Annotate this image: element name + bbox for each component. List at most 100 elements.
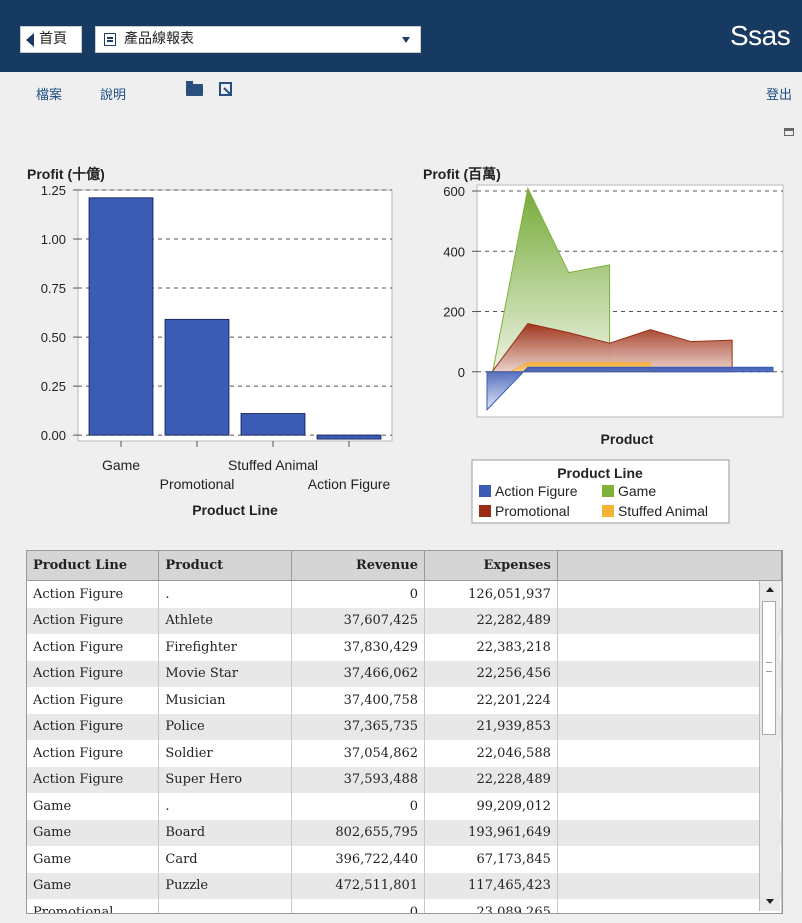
legend-label: Action Figure [495,483,578,499]
table-row[interactable]: Game Board 802,655,795 193,961,649 [27,819,782,846]
table-row[interactable]: Game Puzzle 472,511,801 117,465,423 [27,872,782,899]
table-row[interactable]: Action Figure Movie Star 37,466,062 22,256,… [27,660,782,687]
cell-product: Puzzle [158,872,293,899]
open-folder-icon[interactable] [186,81,203,96]
top-banner: 首頁 產品線報表 Ssas [0,0,802,72]
table-row[interactable]: Action Figure Musician 37,400,758 22,201,22… [27,687,782,714]
area-y-tick-label: 400 [443,244,465,259]
report-document-icon [104,33,116,46]
cell-blank [557,687,782,714]
column-header-product[interactable]: Product [158,551,293,581]
legend-title: Product Line [557,465,643,481]
cell-product-line: Action Figure [27,660,160,687]
cell-blank [557,607,782,634]
back-chevron-icon [26,33,34,47]
column-header-revenue[interactable]: Revenue [291,551,426,581]
bar-action-figure[interactable] [316,434,382,440]
cell-product: Super Hero [158,766,293,793]
cell-revenue: 396,722,440 [291,846,426,873]
cell-blank [557,634,782,661]
cell-expenses: 193,961,649 [424,819,558,846]
home-button-label: 首頁 [39,31,67,47]
table-row[interactable]: Action Figure Firefighter 37,830,429 22,383… [27,634,782,661]
area-chart-y-title: Profit (百萬) [423,166,501,182]
cell-expenses: 99,209,012 [424,793,558,820]
table-row[interactable]: Action Figure Super Hero 37,593,488 22,228,… [27,766,782,793]
bar-y-tick-label: 0.75 [41,281,66,296]
cell-product-line: Promotional [27,899,160,913]
table-header-row: Product Line Product Revenue Expenses [27,551,782,581]
chevron-down-icon [402,37,410,43]
bar-y-tick-label: 1.25 [41,183,66,198]
bar-y-tick-label: 0.50 [41,330,66,345]
maximize-icon[interactable] [784,128,794,136]
cell-product-line: Game [27,819,160,846]
table-row[interactable]: Action Figure Police 37,365,735 21,939,853 [27,713,782,740]
table-row[interactable]: Game. 0 99,209,012 [27,793,782,820]
cell-blank [557,899,782,913]
cell-blank [557,766,782,793]
table-row[interactable]: Promotional. 0 23,089,265 [27,899,782,913]
cell-product-line: Game [27,872,160,899]
legend-swatch-stuffed-animal [602,505,614,517]
cell-revenue: 37,607,425 [291,607,426,634]
cell-expenses: 22,228,489 [424,766,558,793]
bar-y-tick-label: 0.00 [41,428,66,443]
area-y-tick-label: 0 [458,365,465,380]
cell-expenses: 126,051,937 [424,580,558,608]
export-icon[interactable] [219,82,232,96]
column-header-product-line[interactable]: Product Line [27,551,160,581]
legend-swatch-action-figure [479,485,491,497]
cell-product: Athlete [158,607,293,634]
home-button[interactable]: 首頁 [20,26,82,53]
cell-expenses: 21,939,853 [424,713,558,740]
cell-revenue: 37,593,488 [291,766,426,793]
cell-product-line: Action Figure [27,634,160,661]
cell-product-line: Action Figure [27,740,160,767]
table-scrollbar[interactable] [759,581,780,911]
cell-product-line: Action Figure [27,607,160,634]
bar-game[interactable] [88,197,154,436]
cell-blank [557,793,782,820]
cell-product: Musician [158,687,293,714]
cell-revenue: 37,400,758 [291,687,426,714]
legend-label: Stuffed Animal [618,503,708,519]
scroll-up-arrow-icon[interactable] [763,583,777,597]
bar-x-tick-label: Action Figure [308,476,391,492]
menu-help[interactable]: 說明 [100,84,126,103]
bar-promotional[interactable] [164,318,230,436]
cell-product: . [158,580,293,608]
table-row[interactable]: Action Figure. 0 126,051,937 [27,580,782,608]
table-row[interactable]: Action Figure Athlete 37,607,425 22,282,489 [27,607,782,634]
cell-product: . [158,899,293,913]
table-row[interactable]: Action Figure Soldier 37,054,862 22,046,588 [27,740,782,767]
cell-product-line: Action Figure [27,766,160,793]
area-y-tick-label: 600 [443,184,465,199]
column-header-blank [557,551,782,581]
cell-product-line: Action Figure [27,687,160,714]
cell-expenses: 22,046,588 [424,740,558,767]
bar-stuffed-animal[interactable] [240,413,306,436]
menu-file[interactable]: 檔案 [36,84,62,103]
cell-product: Police [158,713,293,740]
scroll-thumb[interactable] [762,601,776,735]
cell-blank [557,580,782,608]
cell-expenses: 23,089,265 [424,899,558,913]
report-selector-dropdown[interactable]: 產品線報表 [95,26,421,53]
bar-y-tick-label: 1.00 [41,232,66,247]
cell-revenue: 37,365,735 [291,713,426,740]
cell-revenue: 0 [291,899,426,913]
bar-chart-x-title: Product Line [192,502,278,518]
cell-revenue: 0 [291,793,426,820]
cell-blank [557,713,782,740]
logout-link[interactable]: 登出 [766,84,792,103]
area-chart-x-title: Product [601,431,654,447]
cell-product: Movie Star [158,660,293,687]
column-header-expenses[interactable]: Expenses [424,551,558,581]
cell-expenses: 22,383,218 [424,634,558,661]
profit-bar-chart: Profit (十億) 1.25 1.00 0.75 0.50 0.25 0.00 Gam… [27,166,393,518]
cell-product-line: Action Figure [27,580,160,608]
table-row[interactable]: Game Card 396,722,440 67,173,845 [27,846,782,873]
cell-product: Board [158,819,293,846]
scroll-down-arrow-icon[interactable] [763,895,777,909]
